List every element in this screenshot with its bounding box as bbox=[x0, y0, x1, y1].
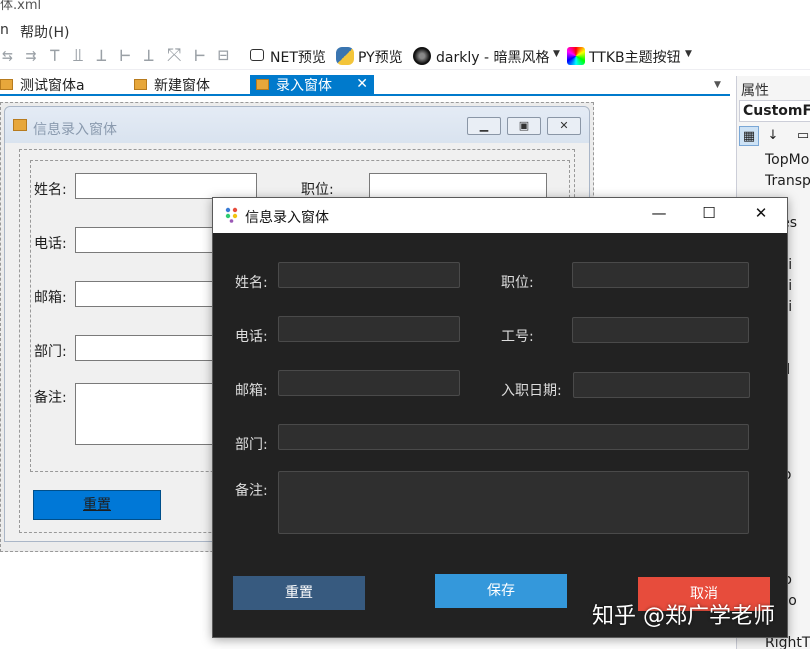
label-hire-date: 入职日期: bbox=[501, 383, 562, 399]
label-position: 职位: bbox=[301, 182, 334, 198]
form-icon bbox=[134, 79, 147, 90]
note-textarea[interactable] bbox=[278, 471, 749, 534]
align-tools-icons[interactable]: ⇆ ⇉ ⊤ ⫫ ⊥ ⊢ ⊥ ⤧ ⊢ ⊟ bbox=[2, 45, 230, 66]
tab-entry-form[interactable]: 录入窗体 ✕ bbox=[250, 75, 374, 96]
property-row[interactable]: TopMo bbox=[765, 152, 810, 173]
label-dept: 部门: bbox=[34, 344, 67, 360]
property-row[interactable]: Transp bbox=[765, 173, 810, 194]
label-name: 姓名: bbox=[235, 275, 268, 291]
theme-icon bbox=[413, 47, 431, 65]
label-phone: 电话: bbox=[34, 236, 67, 252]
menu-item-partial[interactable]: n bbox=[0, 22, 9, 38]
email-input[interactable] bbox=[278, 370, 460, 396]
document-tabs: 测试窗体a 新建窗体 录入窗体 ✕ bbox=[0, 72, 730, 96]
properties-toolbar: ▦ ↓ ▭ bbox=[739, 126, 810, 148]
label-emp-id: 工号: bbox=[501, 329, 534, 345]
property-pages-icon[interactable]: ▭ bbox=[793, 126, 810, 146]
python-icon bbox=[336, 47, 354, 65]
tab-label: 测试窗体a bbox=[20, 78, 85, 94]
chevron-down-icon[interactable]: ▼ bbox=[714, 80, 721, 90]
py-preview-button[interactable]: PY预览 bbox=[358, 47, 403, 67]
menu-item-help[interactable]: 帮助(H) bbox=[20, 22, 69, 42]
name-input[interactable] bbox=[75, 173, 257, 199]
preview-window: 信息录入窗体 — ☐ ✕ 姓名: 职位: 电话: 工号: 邮箱: 入职日期: 部… bbox=[212, 197, 788, 638]
window-title-fragment: 体.xml bbox=[0, 0, 42, 13]
hire-date-input[interactable] bbox=[573, 372, 750, 398]
object-selector[interactable]: CustomFor bbox=[739, 100, 810, 122]
label-position: 职位: bbox=[501, 275, 534, 291]
properties-title: 属性 bbox=[741, 83, 769, 99]
preview-title: 信息录入窗体 bbox=[245, 210, 329, 226]
label-phone: 电话: bbox=[235, 329, 268, 345]
tab-label: 新建窗体 bbox=[154, 78, 210, 94]
save-button[interactable]: 保存 bbox=[435, 574, 567, 608]
name-input[interactable] bbox=[278, 262, 460, 288]
label-note: 备注: bbox=[34, 390, 67, 406]
tab-test-form-a[interactable]: 测试窗体a bbox=[0, 75, 118, 96]
maximize-button[interactable]: ☐ bbox=[697, 204, 721, 226]
minimize-icon: ▁ bbox=[467, 117, 501, 135]
net-preview-button[interactable]: NET预览 bbox=[270, 47, 326, 67]
categorized-icon[interactable]: ▦ bbox=[739, 126, 759, 146]
toolbar: ⇆ ⇉ ⊤ ⫫ ⊥ ⊢ ⊥ ⤧ ⊢ ⊟ NET预览 PY预览 darkly - … bbox=[0, 42, 810, 70]
color-wheel-icon bbox=[567, 47, 585, 65]
preview-titlebar: 信息录入窗体 — ☐ ✕ bbox=[213, 198, 787, 233]
sort-alpha-icon[interactable]: ↓ bbox=[763, 126, 783, 146]
menu-bar: n 帮助(H) bbox=[0, 20, 810, 42]
form-icon bbox=[13, 119, 27, 131]
designer-title: 信息录入窗体 bbox=[33, 122, 117, 138]
position-input[interactable] bbox=[572, 262, 749, 288]
label-email: 邮箱: bbox=[34, 290, 67, 306]
form-icon bbox=[256, 79, 269, 90]
close-icon: ✕ bbox=[547, 117, 581, 135]
theme-dropdown[interactable]: darkly - 暗黑风格 bbox=[436, 47, 549, 67]
maximize-icon: ▣ bbox=[507, 117, 541, 135]
watermark: 知乎 @郑广学老师 bbox=[592, 604, 775, 629]
form-icon bbox=[0, 79, 13, 90]
close-icon[interactable]: ✕ bbox=[356, 76, 368, 92]
reset-button[interactable]: 重置 bbox=[233, 576, 365, 610]
reset-button[interactable]: 重置 bbox=[33, 490, 161, 520]
designer-caption: 信息录入窗体 ▁ ▣ ✕ bbox=[5, 107, 589, 143]
label-note: 备注: bbox=[235, 483, 268, 499]
label-email: 邮箱: bbox=[235, 383, 268, 399]
net-preview-icon bbox=[250, 49, 264, 61]
minimize-button[interactable]: — bbox=[647, 204, 671, 226]
ttkb-theme-button[interactable]: TTKB主题按钮 bbox=[589, 47, 681, 67]
label-dept: 部门: bbox=[235, 437, 268, 453]
chevron-down-icon[interactable]: ▼ bbox=[685, 49, 692, 59]
label-name: 姓名: bbox=[34, 182, 67, 198]
tab-new-form[interactable]: 新建窗体 bbox=[128, 75, 246, 96]
app-icon bbox=[225, 207, 238, 223]
phone-input[interactable] bbox=[278, 316, 460, 342]
dept-input[interactable] bbox=[278, 424, 749, 450]
tab-underline bbox=[0, 94, 730, 96]
position-input[interactable] bbox=[369, 173, 547, 199]
tab-label: 录入窗体 bbox=[276, 78, 332, 94]
close-button[interactable]: ✕ bbox=[749, 204, 773, 226]
emp-id-input[interactable] bbox=[572, 317, 749, 343]
chevron-down-icon[interactable]: ▼ bbox=[553, 49, 560, 59]
